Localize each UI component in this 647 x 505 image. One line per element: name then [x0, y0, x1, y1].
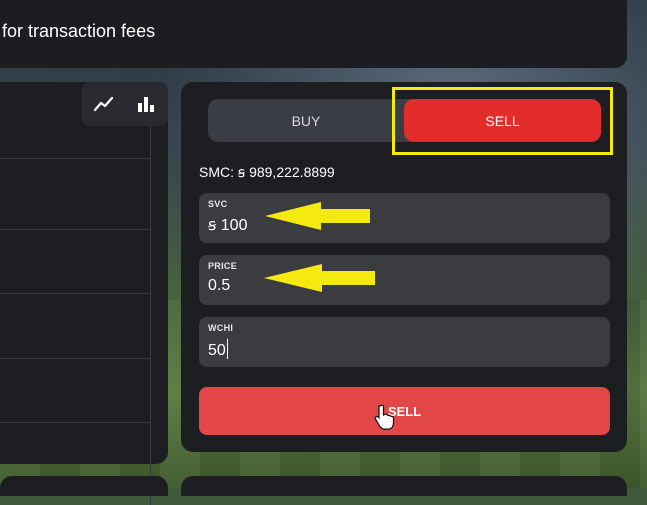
smc-balance: SMC: ꞩ 989,222.8899	[199, 164, 335, 180]
header-bar: for transaction fees	[0, 0, 627, 68]
chart-type-toolbar	[82, 82, 168, 126]
bottom-panel-right	[181, 476, 627, 496]
chart-gridline	[0, 158, 150, 159]
chart-area	[0, 101, 151, 505]
bottom-panel-left	[0, 476, 168, 496]
transaction-fee-notice: for transaction fees	[2, 21, 156, 41]
chart-panel	[0, 82, 168, 505]
annotation-arrow-icon	[265, 202, 370, 230]
price-label: PRICE	[208, 261, 238, 271]
chart-gridline	[0, 293, 150, 294]
text-caret	[226, 339, 228, 359]
wchi-label: WCHI	[208, 323, 234, 333]
wchi-input[interactable]: 50	[208, 342, 226, 359]
chart-gridline	[0, 229, 150, 230]
chart-gridline	[0, 358, 150, 359]
wchi-input-wrap[interactable]: 50	[208, 339, 228, 360]
chart-gridline	[0, 422, 150, 423]
hand-cursor-icon	[374, 404, 395, 430]
line-chart-icon[interactable]	[92, 92, 116, 116]
annotation-arrow-icon	[264, 264, 375, 292]
sell-submit-button[interactable]: SELL	[199, 387, 610, 435]
svc-field[interactable]: SVC ꞩ 100	[199, 193, 610, 243]
bar-chart-icon[interactable]	[134, 92, 158, 116]
svc-label: SVC	[208, 199, 228, 209]
tab-buy[interactable]: BUY	[208, 99, 404, 142]
sell-tab-highlight	[392, 87, 613, 155]
price-field[interactable]: PRICE 0.5	[199, 255, 610, 305]
svc-input[interactable]: ꞩ 100	[208, 215, 247, 235]
price-input[interactable]: 0.5	[208, 277, 230, 295]
wchi-field[interactable]: WCHI 50	[199, 317, 610, 367]
